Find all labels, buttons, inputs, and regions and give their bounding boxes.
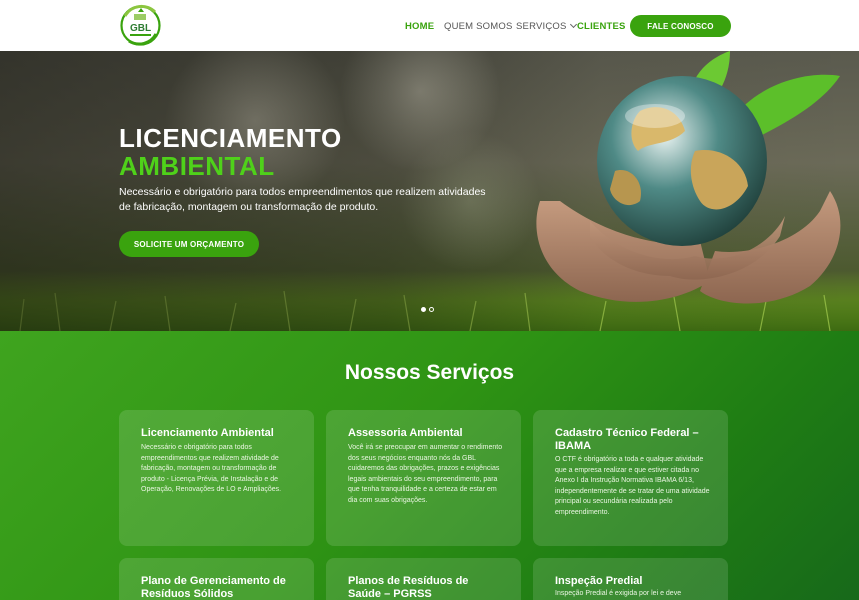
hero-banner: LICENCIAMENTO AMBIENTAL Necessário e obr… — [0, 51, 859, 331]
service-card-licenciamento[interactable]: Licenciamento Ambiental Necessário e obr… — [119, 410, 314, 546]
services-title: Nossos Serviços — [344, 361, 515, 384]
service-card-title: Planos de Resíduos de Saúde – PGRSS — [348, 575, 469, 600]
service-card-title: Licenciamento Ambiental — [141, 427, 274, 439]
service-card-text: Necessário e obrigatório para todos empr… — [141, 444, 282, 493]
service-card-title: Assessoria Ambiental — [348, 427, 463, 439]
service-card-pgrss[interactable]: Planos de Resíduos de Saúde – PGRSS — [326, 558, 521, 600]
hero-title-line1: LICENCIAMENTO — [119, 123, 342, 153]
nav-clientes[interactable]: CLIENTES — [577, 21, 626, 32]
service-card-ctf-ibama[interactable]: Cadastro Técnico Federal – IBAMA O CTF é… — [533, 410, 728, 546]
slider-dot-1[interactable] — [421, 307, 426, 312]
slider-dot-2[interactable] — [429, 307, 434, 312]
service-card-pgrs[interactable]: Plano de Gerenciamento de Resíduos Sólid… — [119, 558, 314, 600]
service-card-title: Inspeção Predial — [555, 575, 643, 587]
nav-servicos-label: SERVIÇOS — [516, 21, 567, 32]
hero-subtitle: Necessário e obrigatório para todos empr… — [119, 186, 486, 213]
gbl-logo[interactable]: GBL — [119, 4, 162, 47]
service-card-inspecao[interactable]: Inspeção Predial Inspeção Predial é exig… — [533, 558, 728, 600]
slider-dots — [421, 307, 434, 312]
globe-in-hands-image — [536, 51, 841, 304]
nav-home[interactable]: HOME — [405, 21, 434, 32]
hero-title-line2: AMBIENTAL — [119, 151, 275, 181]
logo-text: GBL — [130, 23, 151, 34]
services-section: Nossos Serviços Licenciamento Ambiental … — [0, 331, 859, 600]
chevron-down-icon — [569, 20, 577, 29]
service-card-assessoria[interactable]: Assessoria Ambiental Você irá se preocup… — [326, 410, 521, 546]
service-card-title: Plano de Gerenciamento de Resíduos Sólid… — [141, 575, 286, 600]
nav-servicos[interactable]: SERVIÇOS — [516, 20, 577, 32]
site-header: GBL HOME QUEM SOMOS SERVIÇOS CLIENTES FA… — [0, 0, 859, 51]
fale-conosco-button[interactable]: FALE CONOSCO — [630, 15, 731, 37]
service-card-title: Cadastro Técnico Federal – IBAMA — [555, 427, 699, 452]
service-card-text: O CTF é obrigatório a toda e qualquer at… — [555, 456, 710, 516]
solicite-orcamento-button[interactable]: SOLICITE UM ORÇAMENTO — [119, 231, 259, 257]
nav-quem-somos[interactable]: QUEM SOMOS — [444, 21, 513, 32]
service-card-text: Inspeção Predial é exigida por lei e dev… — [555, 590, 682, 597]
service-card-text: Você irá se preocupar em aumentar o rend… — [348, 444, 503, 504]
